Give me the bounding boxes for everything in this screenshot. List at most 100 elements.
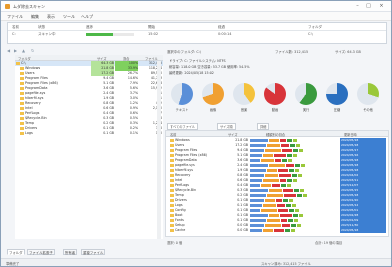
type-pie[interactable] (264, 83, 286, 105)
job-name[interactable]: C: (12, 32, 16, 36)
filter-select[interactable]: すべてのファイル (167, 123, 199, 130)
type-share-bar (296, 144, 300, 147)
type-share-bars (250, 214, 336, 217)
type-share-bar (298, 174, 302, 177)
type-share-bar (291, 229, 295, 232)
detail-name-text: Drivers (175, 198, 187, 202)
info-drive: ドライブ: C: ファイルシステム: NTFS (169, 59, 226, 63)
type-share-bar (250, 229, 262, 232)
folder-icon (170, 148, 174, 152)
type-share-bar (265, 224, 281, 227)
type-share-bar (263, 154, 273, 157)
type-share-bar (293, 179, 297, 182)
sort-select[interactable]: サイズ順 (217, 123, 236, 130)
type-share-bar (275, 159, 281, 162)
folder-icon (20, 101, 24, 105)
type-share-bar (293, 149, 298, 152)
type-pie[interactable] (202, 83, 224, 105)
folder-icon (170, 223, 174, 227)
detail-name: Cache (170, 228, 185, 233)
maximize-icon[interactable]: □ (364, 3, 373, 9)
tab-extensions[interactable]: ファイル拡張子 (27, 249, 55, 255)
detail-name-text: Config (175, 208, 186, 212)
detail-status-left: 選択: 0 個 (167, 241, 183, 245)
detail-name-text: Logs (175, 203, 183, 207)
detail-date: 2024/05/18 (340, 228, 386, 233)
folder-size: 0.1 GB (103, 131, 114, 135)
folder-name: Recovery (25, 101, 41, 105)
folder-icon (170, 208, 174, 212)
detail-name-text: hiberfil.sys (175, 168, 193, 172)
type-share-bar (263, 179, 279, 182)
left-toolbar: ◀ ▶ ▲ ↻ (5, 48, 163, 55)
type-share-bars (250, 169, 336, 172)
minimize-icon[interactable]: – (353, 3, 362, 9)
detail-col-date[interactable]: 更新日時 (344, 132, 357, 137)
type-share-bars (250, 219, 336, 222)
tab-owners[interactable]: 所有者 (63, 249, 78, 255)
type-pie[interactable] (295, 83, 317, 105)
detail-header: 名前 サイズ 種類別の割合 更新日時 (166, 131, 388, 137)
type-share-bar (295, 209, 299, 212)
pie-label: 音楽 (240, 108, 248, 112)
tree-row-name: Logs (20, 131, 33, 136)
menu-view[interactable]: 表示 (47, 14, 55, 20)
type-share-bar (250, 149, 264, 152)
type-share-bar (293, 214, 298, 217)
type-share-bar (287, 154, 292, 157)
pie-label: 画像 (209, 108, 217, 112)
menu-file[interactable]: ファイル (7, 14, 23, 20)
app-icon (5, 4, 10, 9)
type-share-bar (269, 214, 279, 217)
tab-folders[interactable]: フォルダ (7, 249, 25, 255)
pie-label: その他 (363, 108, 373, 112)
tab-duplicates[interactable]: 重複ファイル (81, 249, 106, 255)
detail-col-size[interactable]: サイズ (228, 132, 237, 137)
view-select[interactable]: 詳細 (257, 123, 270, 130)
type-pie[interactable] (171, 83, 193, 105)
folder-name: pagefile.sys (25, 91, 46, 95)
type-pie[interactable] (326, 83, 348, 105)
detail-name-text: $Recycle.Bin (175, 188, 197, 192)
menu-bar: ファイル 編集 表示 ツール ヘルプ (1, 12, 391, 21)
tree-scrollbar[interactable] (157, 61, 161, 239)
back-icon[interactable]: ◀ (7, 48, 12, 53)
menu-tools[interactable]: ツール (63, 14, 75, 20)
detail-row[interactable]: Cache 0.0 GB 2024/05/18 (166, 228, 388, 233)
folder-icon (170, 228, 174, 232)
close-icon[interactable]: × (377, 3, 386, 9)
pie-label: 実行 (302, 108, 310, 112)
type-share-bar (294, 189, 299, 192)
detail-status: 選択: 0 個 合計: 19 個の項目 (165, 239, 389, 246)
detail-name-text: Setup (175, 223, 185, 227)
folder-icon (20, 131, 24, 135)
folder-tree: C:\ 64.3 GB 100% 312,415 Windows 21.8 GB 33.9%… (15, 61, 163, 239)
type-share-bar (250, 194, 266, 197)
menu-edit[interactable]: 編集 (31, 14, 39, 20)
up-icon[interactable]: ▲ (22, 48, 27, 53)
type-pie[interactable] (233, 83, 255, 105)
refresh-icon[interactable]: ↻ (31, 48, 36, 53)
folder-icon (16, 61, 20, 65)
tree-row[interactable]: Logs0.1 GB0.1%190 (15, 131, 163, 136)
type-share-bar (282, 224, 290, 227)
type-share-bars (250, 174, 336, 177)
type-share-bar (250, 184, 260, 187)
type-pie[interactable] (357, 83, 379, 105)
type-share-bar (289, 209, 294, 212)
detail-col-name[interactable]: 名前 (170, 132, 176, 137)
type-share-bar (282, 159, 287, 162)
menu-help[interactable]: ヘルプ (81, 14, 93, 20)
type-share-bar (289, 169, 294, 172)
type-share-bar (250, 174, 264, 177)
forward-icon[interactable]: ▶ (14, 48, 19, 53)
folder-icon (170, 138, 174, 142)
pie-label: 動画 (271, 108, 279, 112)
detail-name-text: Users (175, 143, 185, 147)
detail-name-text: pagefile.sys (175, 163, 195, 167)
detail-col-types[interactable]: 種類別の割合 (266, 132, 285, 137)
folder-name: Windows (25, 66, 41, 70)
type-share-bar (297, 224, 301, 227)
type-share-bar (281, 144, 289, 147)
type-share-bar (295, 169, 299, 172)
